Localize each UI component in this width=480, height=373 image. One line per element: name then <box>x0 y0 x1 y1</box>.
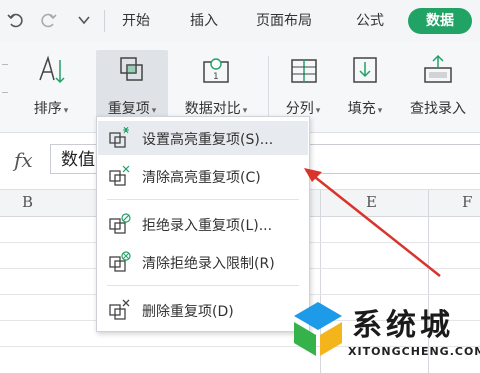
watermark-url: XITONGCHENG.COM <box>348 345 480 358</box>
annotation-arrow-line <box>305 169 441 277</box>
watermark-text: 系统城 <box>352 308 454 343</box>
watermark-logo <box>294 302 342 356</box>
